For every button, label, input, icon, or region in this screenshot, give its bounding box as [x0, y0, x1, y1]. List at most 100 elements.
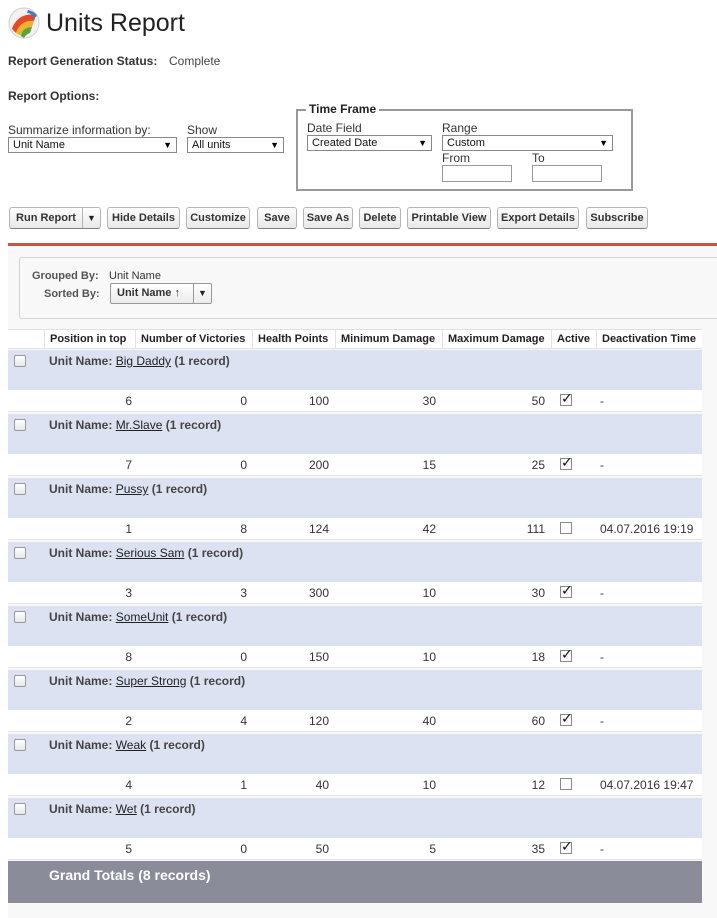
- printable-view-button[interactable]: Printable View: [407, 207, 491, 229]
- chevron-down-icon[interactable]: ▼: [83, 208, 100, 228]
- save-as-button[interactable]: Save As: [303, 207, 353, 229]
- date-field-label: Date Field: [307, 121, 362, 135]
- grouped-by-label: Grouped By:: [32, 270, 99, 282]
- save-button[interactable]: Save: [257, 207, 297, 229]
- active-checkbox: ✓: [560, 839, 573, 854]
- column-header[interactable]: Maximum Damage: [442, 330, 551, 349]
- group-label: Unit Name: Super Strong (1 record): [49, 674, 245, 688]
- unit-name-link[interactable]: Serious Sam: [116, 546, 185, 560]
- chevron-down-icon: ▼: [163, 140, 172, 150]
- table-row: 1 8 124 42 111 04.07.2016 19:19: [8, 518, 702, 540]
- cell-victories: 3: [240, 586, 247, 600]
- column-header[interactable]: Deactivation Time: [596, 330, 702, 349]
- group-row: Unit Name: Weak (1 record): [8, 734, 702, 776]
- group-prefix: Unit Name:: [49, 354, 113, 368]
- date-field-select[interactable]: Created Date ▼: [307, 135, 432, 151]
- record-count: (1 record): [189, 674, 246, 688]
- column-header[interactable]: Number of Victories: [135, 330, 252, 349]
- show-select-value: All units: [192, 139, 231, 151]
- summarize-select[interactable]: Unit Name ▼: [8, 137, 177, 153]
- unit-name-link[interactable]: Weak: [116, 738, 146, 752]
- table-row: 3 3 300 10 30 ✓ -: [8, 582, 702, 604]
- cell-position: 2: [125, 714, 132, 728]
- record-count: (1 record): [171, 610, 228, 624]
- column-header[interactable]: Active: [551, 330, 596, 349]
- cell-max-damage: 25: [531, 458, 545, 472]
- export-details-button[interactable]: Export Details: [497, 207, 579, 229]
- report-logo-icon: [8, 7, 40, 39]
- group-row: Unit Name: SomeUnit (1 record): [8, 606, 702, 648]
- group-prefix: Unit Name:: [49, 418, 113, 432]
- cell-min-damage: 10: [422, 586, 436, 600]
- unit-name-link[interactable]: Mr.Slave: [116, 418, 163, 432]
- unit-name-link[interactable]: SomeUnit: [116, 610, 169, 624]
- group-label: Unit Name: Serious Sam (1 record): [49, 546, 243, 560]
- column-header[interactable]: Position in top: [44, 330, 138, 349]
- to-date-input[interactable]: [532, 165, 602, 182]
- grand-totals-row: Grand Totals (8 records): [8, 861, 702, 903]
- sort-by-value: Unit Name: [117, 287, 172, 299]
- cell-max-damage: 111: [526, 522, 545, 536]
- group-checkbox[interactable]: [14, 611, 26, 623]
- cell-deactivation-time: -: [600, 714, 604, 728]
- cell-max-damage: 12: [531, 778, 545, 792]
- range-select[interactable]: Custom ▼: [442, 135, 613, 151]
- cell-victories: 0: [240, 394, 247, 408]
- table-header: Position in top Number of Victories Heal…: [8, 329, 702, 349]
- cell-deactivation-time: -: [600, 586, 604, 600]
- table-row: 6 0 100 30 50 ✓ -: [8, 390, 702, 412]
- subscribe-button[interactable]: Subscribe: [586, 207, 648, 229]
- cell-victories: 1: [240, 778, 247, 792]
- chevron-down-icon: ▼: [599, 138, 608, 148]
- group-checkbox[interactable]: [14, 419, 26, 431]
- group-prefix: Unit Name:: [49, 738, 113, 752]
- column-header[interactable]: Minimum Damage: [335, 330, 442, 349]
- unit-name-link[interactable]: Super Strong: [116, 674, 187, 688]
- checkmark-icon: ✓: [561, 582, 573, 598]
- chevron-down-icon: ▼: [270, 140, 279, 150]
- cell-deactivation-time: -: [600, 458, 604, 472]
- sort-by-button[interactable]: Unit Name ↑ ▼: [110, 283, 212, 304]
- from-date-input[interactable]: [442, 165, 512, 182]
- group-checkbox[interactable]: [14, 355, 26, 367]
- column-header[interactable]: Health Points: [252, 330, 335, 349]
- cell-position: 8: [125, 650, 132, 664]
- group-row: Unit Name: Super Strong (1 record): [8, 670, 702, 712]
- cell-min-damage: 10: [422, 650, 436, 664]
- group-prefix: Unit Name:: [49, 610, 113, 624]
- range-label: Range: [442, 121, 478, 135]
- cell-max-damage: 60: [531, 714, 545, 728]
- report-options-label: Report Options:: [8, 89, 100, 103]
- group-checkbox[interactable]: [14, 803, 26, 815]
- from-label: From: [442, 151, 470, 165]
- cell-health: 300: [308, 586, 329, 600]
- customize-button[interactable]: Customize: [186, 207, 250, 229]
- cell-health: 150: [308, 650, 329, 664]
- delete-button[interactable]: Delete: [359, 207, 401, 229]
- group-prefix: Unit Name:: [49, 674, 113, 688]
- checkmark-icon: ✓: [561, 710, 573, 726]
- cell-health: 50: [315, 842, 329, 856]
- cell-position: 5: [125, 842, 132, 856]
- checkmark-icon: ✓: [561, 390, 573, 406]
- record-count: (1 record): [140, 802, 196, 816]
- group-checkbox[interactable]: [14, 675, 26, 687]
- cell-deactivation-time: 04.07.2016 19:47: [600, 778, 694, 792]
- unit-name-link[interactable]: Wet: [116, 802, 137, 816]
- chevron-down-icon[interactable]: ▼: [194, 284, 211, 303]
- group-checkbox[interactable]: [14, 739, 26, 751]
- cell-deactivation-time: -: [600, 650, 604, 664]
- cell-position: 4: [125, 778, 132, 792]
- table-row: 5 0 50 5 35 ✓ -: [8, 838, 702, 860]
- group-checkbox[interactable]: [14, 547, 26, 559]
- unit-name-link[interactable]: Pussy: [116, 482, 149, 496]
- group-checkbox[interactable]: [14, 483, 26, 495]
- active-checkbox: ✓: [560, 582, 573, 598]
- show-select[interactable]: All units ▼: [187, 137, 284, 153]
- unit-name-link[interactable]: Big Daddy: [116, 354, 171, 368]
- group-label: Unit Name: Weak (1 record): [49, 738, 205, 752]
- checkmark-icon: ✓: [561, 646, 573, 662]
- hide-details-button[interactable]: Hide Details: [107, 207, 180, 229]
- run-report-button[interactable]: Run Report ▼: [9, 207, 101, 229]
- arrow-up-icon: ↑: [174, 287, 180, 299]
